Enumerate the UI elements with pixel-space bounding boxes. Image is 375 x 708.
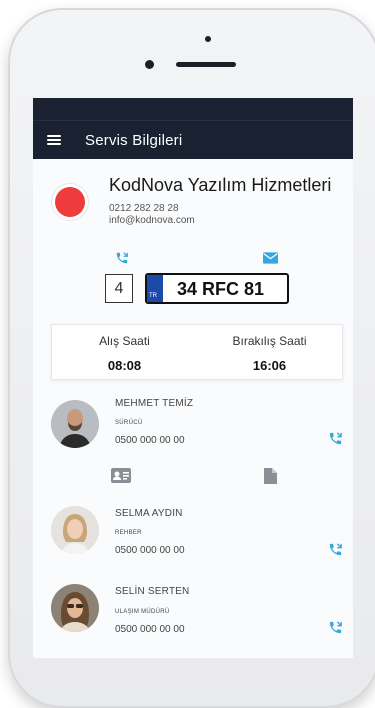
plate-number: 34 RFC 81 (177, 279, 265, 299)
front-camera (145, 60, 154, 69)
person-role: REHBER (115, 530, 142, 536)
person-role: SÜRÜCÜ (115, 420, 143, 426)
dropoff-time-label: Bırakılış Saati (232, 334, 307, 348)
company-header: KodNova Yazılım Hizmetleri 0212 282 28 2… (33, 159, 353, 247)
app-bar: Servis Bilgileri (33, 120, 353, 159)
call-person-icon[interactable] (328, 431, 343, 446)
call-person-icon[interactable] (328, 620, 343, 635)
person-name: SELİN SERTEN (115, 586, 190, 597)
service-times-card: Alış Saati 08:08 Bırakılış Saati 16:06 (51, 324, 343, 380)
sensor-dot (205, 36, 211, 42)
person-name: MEHMET TEMİZ (115, 398, 194, 409)
avatar (51, 400, 99, 448)
vehicle-info: 4 TR 34 RFC 81 (33, 271, 353, 311)
company-phone: 0212 282 28 28 (109, 203, 179, 214)
dropoff-time-value: 16:06 (252, 358, 287, 373)
vehicle-number: 4 (105, 274, 133, 303)
mail-icon[interactable] (263, 252, 278, 264)
status-bar (33, 98, 353, 120)
company-email: info@kodnova.com (109, 215, 195, 226)
document-icon[interactable] (264, 468, 277, 484)
pickup-time: Alış Saati 08:08 (52, 325, 197, 373)
company-contact-actions (33, 247, 353, 271)
dropoff-time: Bırakılış Saati 16:06 (197, 325, 342, 373)
earpiece-speaker (176, 62, 236, 67)
plate-country-band: TR (147, 275, 163, 302)
phone-icon[interactable] (115, 251, 129, 265)
plate-country-code: TR (149, 293, 157, 299)
person-role: ULAŞIM MÜDÜRÜ (115, 609, 170, 615)
pickup-time-label: Alış Saati (99, 334, 150, 348)
driver-document-actions (33, 468, 353, 488)
call-person-icon[interactable] (328, 542, 343, 557)
person-phone: 0500 000 00 00 (115, 545, 185, 556)
company-name: KodNova Yazılım Hizmetleri (109, 175, 332, 195)
license-plate: TR 34 RFC 81 (145, 273, 289, 304)
person-phone: 0500 000 00 00 (115, 435, 185, 446)
page-title: Servis Bilgileri (85, 131, 183, 149)
status-indicator (55, 187, 85, 217)
app-screen: Servis Bilgileri KodNova Yazılım Hizmetl… (33, 98, 353, 658)
id-card-icon[interactable] (111, 468, 131, 483)
pickup-time-value: 08:08 (107, 358, 142, 373)
avatar (51, 506, 99, 554)
hamburger-icon[interactable] (47, 135, 61, 145)
person-phone: 0500 000 00 00 (115, 624, 185, 635)
avatar (51, 584, 99, 632)
person-name: SELMA AYDIN (115, 508, 183, 519)
